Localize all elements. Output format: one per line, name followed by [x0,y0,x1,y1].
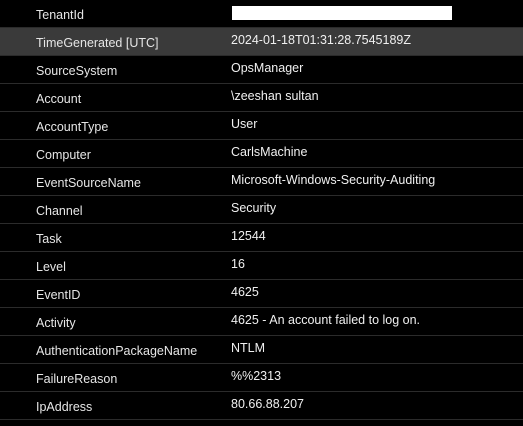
field-name: AccountType [36,120,109,134]
field-name: IpAddress [36,400,93,414]
field-name: EventSourceName [36,176,141,190]
field-name: Task [36,232,62,246]
field-value: Security [231,201,277,215]
field-name: TenantId [36,8,84,22]
field-name: Channel [36,204,83,218]
event-details-table: TenantId TimeGenerated [UTC] 2024-01-18T… [0,0,523,426]
table-row-accounttype[interactable]: AccountType User [0,112,523,140]
table-row-account[interactable]: Account \zeeshan sultan [0,84,523,112]
field-value: 4625 - An account failed to log on. [231,313,421,327]
field-value: Microsoft-Windows-Security-Auditing [231,173,436,187]
field-name: Activity [36,316,76,330]
table-row-eventsourcename[interactable]: EventSourceName Microsoft-Windows-Securi… [0,168,523,196]
field-name: Level [36,260,66,274]
field-name: Account [36,92,82,106]
field-value: 4625 [231,285,259,299]
field-name: EventID [36,288,81,302]
table-row-channel[interactable]: Channel Security [0,196,523,224]
table-row-authenticationpackagename[interactable]: AuthenticationPackageName NTLM [0,336,523,364]
field-name: FailureReason [36,372,118,386]
table-row-tenantid[interactable]: TenantId [0,0,523,28]
field-value: 80.66.88.207 [231,397,304,411]
field-value: User [231,117,258,131]
redacted-value-block [232,6,452,20]
table-row-computer[interactable]: Computer CarlsMachine [0,140,523,168]
field-name: TimeGenerated [UTC] [36,36,159,50]
field-value: %%2313 [231,369,282,383]
field-name: Computer [36,148,91,162]
field-value: OpsManager [231,61,304,75]
field-value: 16 [231,257,245,271]
table-row-failurereason[interactable]: FailureReason %%2313 [0,364,523,392]
table-row-sourcesystem[interactable]: SourceSystem OpsManager [0,56,523,84]
field-name: SourceSystem [36,64,118,78]
field-value: \zeeshan sultan [231,89,319,103]
field-value: CarlsMachine [231,145,308,159]
field-value: NTLM [231,341,266,355]
field-value: 12544 [231,229,266,243]
field-value: 2024-01-18T01:31:28.7545189Z [231,33,412,47]
table-row-task[interactable]: Task 12544 [0,224,523,252]
table-row-timegenerated[interactable]: TimeGenerated [UTC] 2024-01-18T01:31:28.… [0,28,523,56]
table-row-ipaddress[interactable]: IpAddress 80.66.88.207 [0,392,523,420]
table-row-level[interactable]: Level 16 [0,252,523,280]
field-name: AuthenticationPackageName [36,344,198,358]
table-row-activity[interactable]: Activity 4625 - An account failed to log… [0,308,523,336]
table-row-eventid[interactable]: EventID 4625 [0,280,523,308]
